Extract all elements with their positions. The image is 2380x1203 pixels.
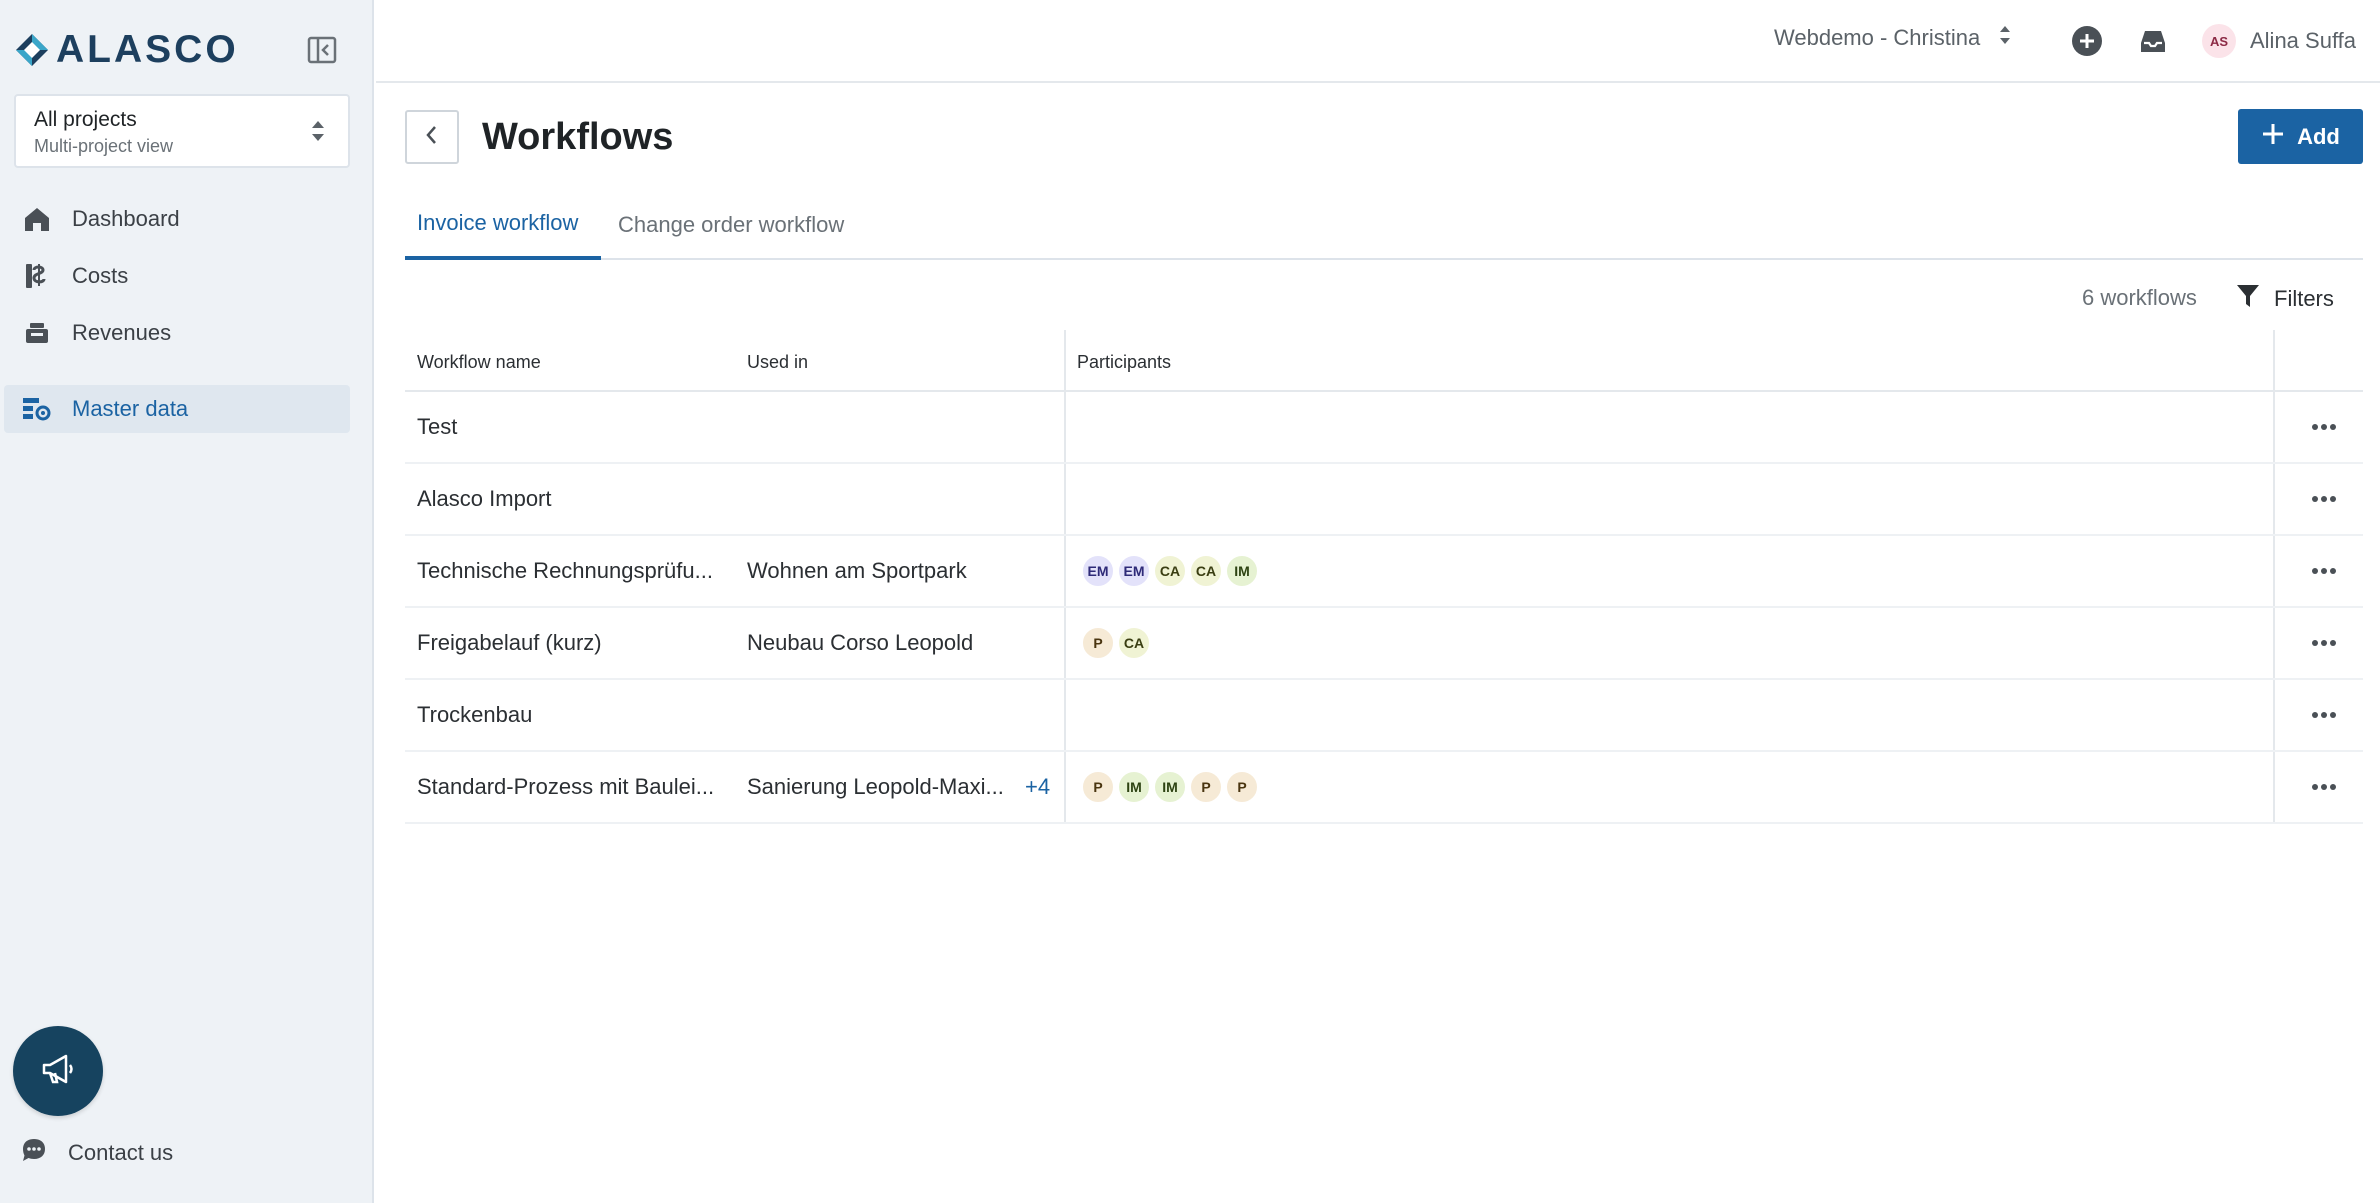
costs-icon — [22, 261, 52, 291]
user-avatar: AS — [2202, 24, 2236, 58]
user-name: Alina Suffa — [2250, 28, 2357, 53]
participants-cell: EM EM CA CA IM — [1081, 536, 1261, 606]
used-in-cell: Wohnen am Sportpark — [747, 558, 967, 583]
more-options-icon[interactable] — [2305, 625, 2343, 661]
participant-avatar[interactable]: P — [1081, 770, 1115, 804]
organization-label: Webdemo - Christina — [1774, 24, 1981, 50]
column-header-workflow-name[interactable]: Workflow name — [417, 352, 541, 373]
workflow-name-cell: Technische Rechnungsprüfu... — [417, 558, 713, 583]
plus-icon — [2261, 122, 2285, 151]
chat-bubble-icon — [20, 1136, 48, 1169]
participant-avatar[interactable]: IM — [1117, 770, 1151, 804]
used-in-cell — [747, 392, 1017, 462]
used-in-cell: Sanierung Leopold-Maxi... — [747, 774, 1004, 799]
workflow-name-cell: Test — [417, 414, 458, 439]
column-header-participants[interactable]: Participants — [1077, 352, 1171, 373]
table-row[interactable]: Trockenbau — [405, 680, 2363, 752]
more-options-icon[interactable] — [2305, 409, 2343, 445]
logo-text: ALASCO — [56, 28, 239, 71]
tab-invoice-workflow[interactable]: Invoice workflow — [405, 190, 601, 260]
table-row[interactable]: Freigabelauf (kurz) Neubau Corso Leopold P… — [405, 608, 2363, 680]
workflow-tabs: Invoice workflow Change order workflow — [405, 190, 2363, 260]
used-in-cell — [747, 680, 1017, 750]
workflow-name-cell: Freigabelauf (kurz) — [417, 630, 602, 655]
table-row[interactable]: Test — [405, 392, 2363, 464]
participant-avatar[interactable]: CA — [1189, 554, 1223, 588]
sort-arrows-icon — [1998, 24, 2012, 51]
filters-label: Filters — [2274, 285, 2334, 311]
sort-arrows-icon — [310, 118, 326, 149]
sidebar-item-dashboard[interactable]: Dashboard — [4, 195, 350, 243]
more-options-icon[interactable] — [2305, 481, 2343, 517]
sidebar-item-label: Revenues — [72, 320, 172, 345]
table-row[interactable]: Alasco Import — [405, 464, 2363, 536]
table-row[interactable]: Standard-Prozess mit Baulei... Sanierung … — [405, 752, 2363, 824]
collapse-sidebar-icon[interactable] — [306, 34, 338, 66]
sidebar-item-costs[interactable]: Costs — [4, 252, 350, 300]
participant-avatar[interactable]: IM — [1153, 770, 1187, 804]
funnel-icon — [2236, 283, 2260, 314]
sidebar-item-master-data[interactable]: Master data — [4, 385, 350, 433]
project-selector-title: All projects — [34, 108, 137, 131]
sidebar: ALASCO All projects Multi-project view D… — [0, 0, 374, 1203]
sidebar-item-label: Master data — [72, 396, 189, 421]
alasco-logo[interactable]: ALASCO — [14, 28, 239, 71]
more-options-icon[interactable] — [2305, 697, 2343, 733]
used-in-cell — [747, 464, 1017, 534]
participant-avatar[interactable]: P — [1189, 770, 1223, 804]
participants-cell: P IM IM P P — [1081, 752, 1261, 822]
column-header-used-in[interactable]: Used in — [747, 352, 808, 373]
master-data-icon — [22, 394, 52, 424]
more-options-icon[interactable] — [2305, 769, 2343, 805]
more-projects-link[interactable]: +4 — [1025, 752, 1050, 822]
participant-avatar[interactable]: P — [1225, 770, 1259, 804]
home-icon — [22, 204, 52, 234]
page-title: Workflows — [482, 116, 674, 158]
table-header: Workflow name Used in Participants — [405, 330, 2363, 392]
participant-avatar[interactable]: P — [1081, 626, 1115, 660]
add-button-label: Add — [2297, 123, 2340, 149]
megaphone-icon — [38, 1049, 78, 1094]
participant-avatar[interactable]: CA — [1117, 626, 1151, 660]
announcements-button[interactable] — [13, 1026, 103, 1116]
workflow-count: 6 workflows — [2082, 285, 2197, 310]
participant-avatar[interactable]: EM — [1117, 554, 1151, 588]
participant-avatar[interactable]: EM — [1081, 554, 1115, 588]
user-menu[interactable]: AS Alina Suffa — [2202, 24, 2356, 58]
more-options-icon[interactable] — [2305, 553, 2343, 589]
revenues-icon — [22, 318, 52, 348]
sidebar-item-revenues[interactable]: Revenues — [4, 309, 350, 357]
create-plus-icon[interactable] — [2070, 24, 2104, 58]
filters-button[interactable]: Filters — [2236, 283, 2334, 314]
alasco-logo-icon — [14, 32, 50, 68]
tab-change-order-workflow[interactable]: Change order workflow — [606, 190, 856, 260]
chevron-left-icon — [423, 124, 441, 151]
workflow-name-cell: Standard-Prozess mit Baulei... — [417, 774, 715, 799]
workflows-table: Workflow name Used in Participants Test A… — [405, 330, 2363, 824]
workflow-name-cell: Alasco Import — [417, 486, 552, 511]
workflow-name-cell: Trockenbau — [417, 702, 533, 727]
project-selector-subtitle: Multi-project view — [34, 136, 174, 156]
participant-avatar[interactable]: CA — [1153, 554, 1187, 588]
inbox-icon[interactable] — [2136, 24, 2170, 58]
contact-us-label: Contact us — [68, 1139, 174, 1165]
top-bar: Webdemo - Christina AS Alina Suffa — [376, 0, 2380, 83]
organization-selector[interactable]: Webdemo - Christina — [1774, 24, 2012, 51]
project-selector[interactable]: All projects Multi-project view — [14, 94, 350, 168]
used-in-cell: Neubau Corso Leopold — [747, 630, 974, 655]
contact-us-link[interactable]: Contact us — [20, 1136, 173, 1169]
participants-cell: P CA — [1081, 608, 1153, 678]
table-row[interactable]: Technische Rechnungsprüfu... Wohnen am Sp… — [405, 536, 2363, 608]
sidebar-item-label: Costs — [72, 263, 129, 288]
participant-avatar[interactable]: IM — [1225, 554, 1259, 588]
add-workflow-button[interactable]: Add — [2238, 109, 2363, 164]
sidebar-item-label: Dashboard — [72, 206, 180, 231]
back-button[interactable] — [405, 110, 459, 164]
